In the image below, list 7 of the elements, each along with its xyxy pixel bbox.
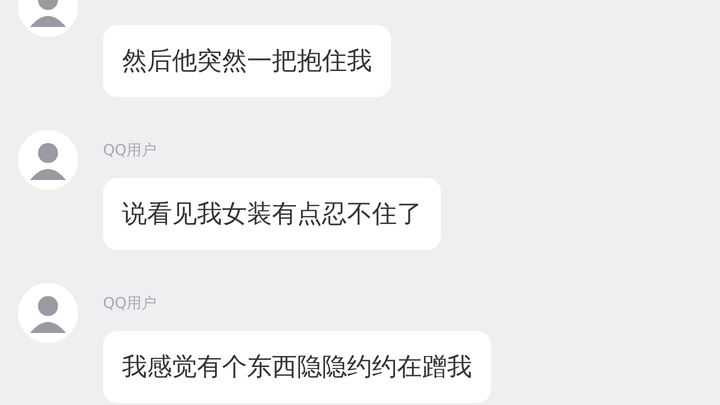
message-bubble: 然后他突然一把抱住我	[103, 25, 391, 97]
message-bubble: 说看见我女装有点忍不住了	[103, 178, 441, 250]
avatar-icon[interactable]	[18, 130, 78, 190]
avatar-icon[interactable]	[18, 283, 78, 343]
sender-name: QQ用户	[103, 293, 158, 314]
message-bubble: 我感觉有个东西隐隐约约在蹭我	[103, 331, 491, 403]
sender-name: QQ用户	[103, 140, 158, 161]
